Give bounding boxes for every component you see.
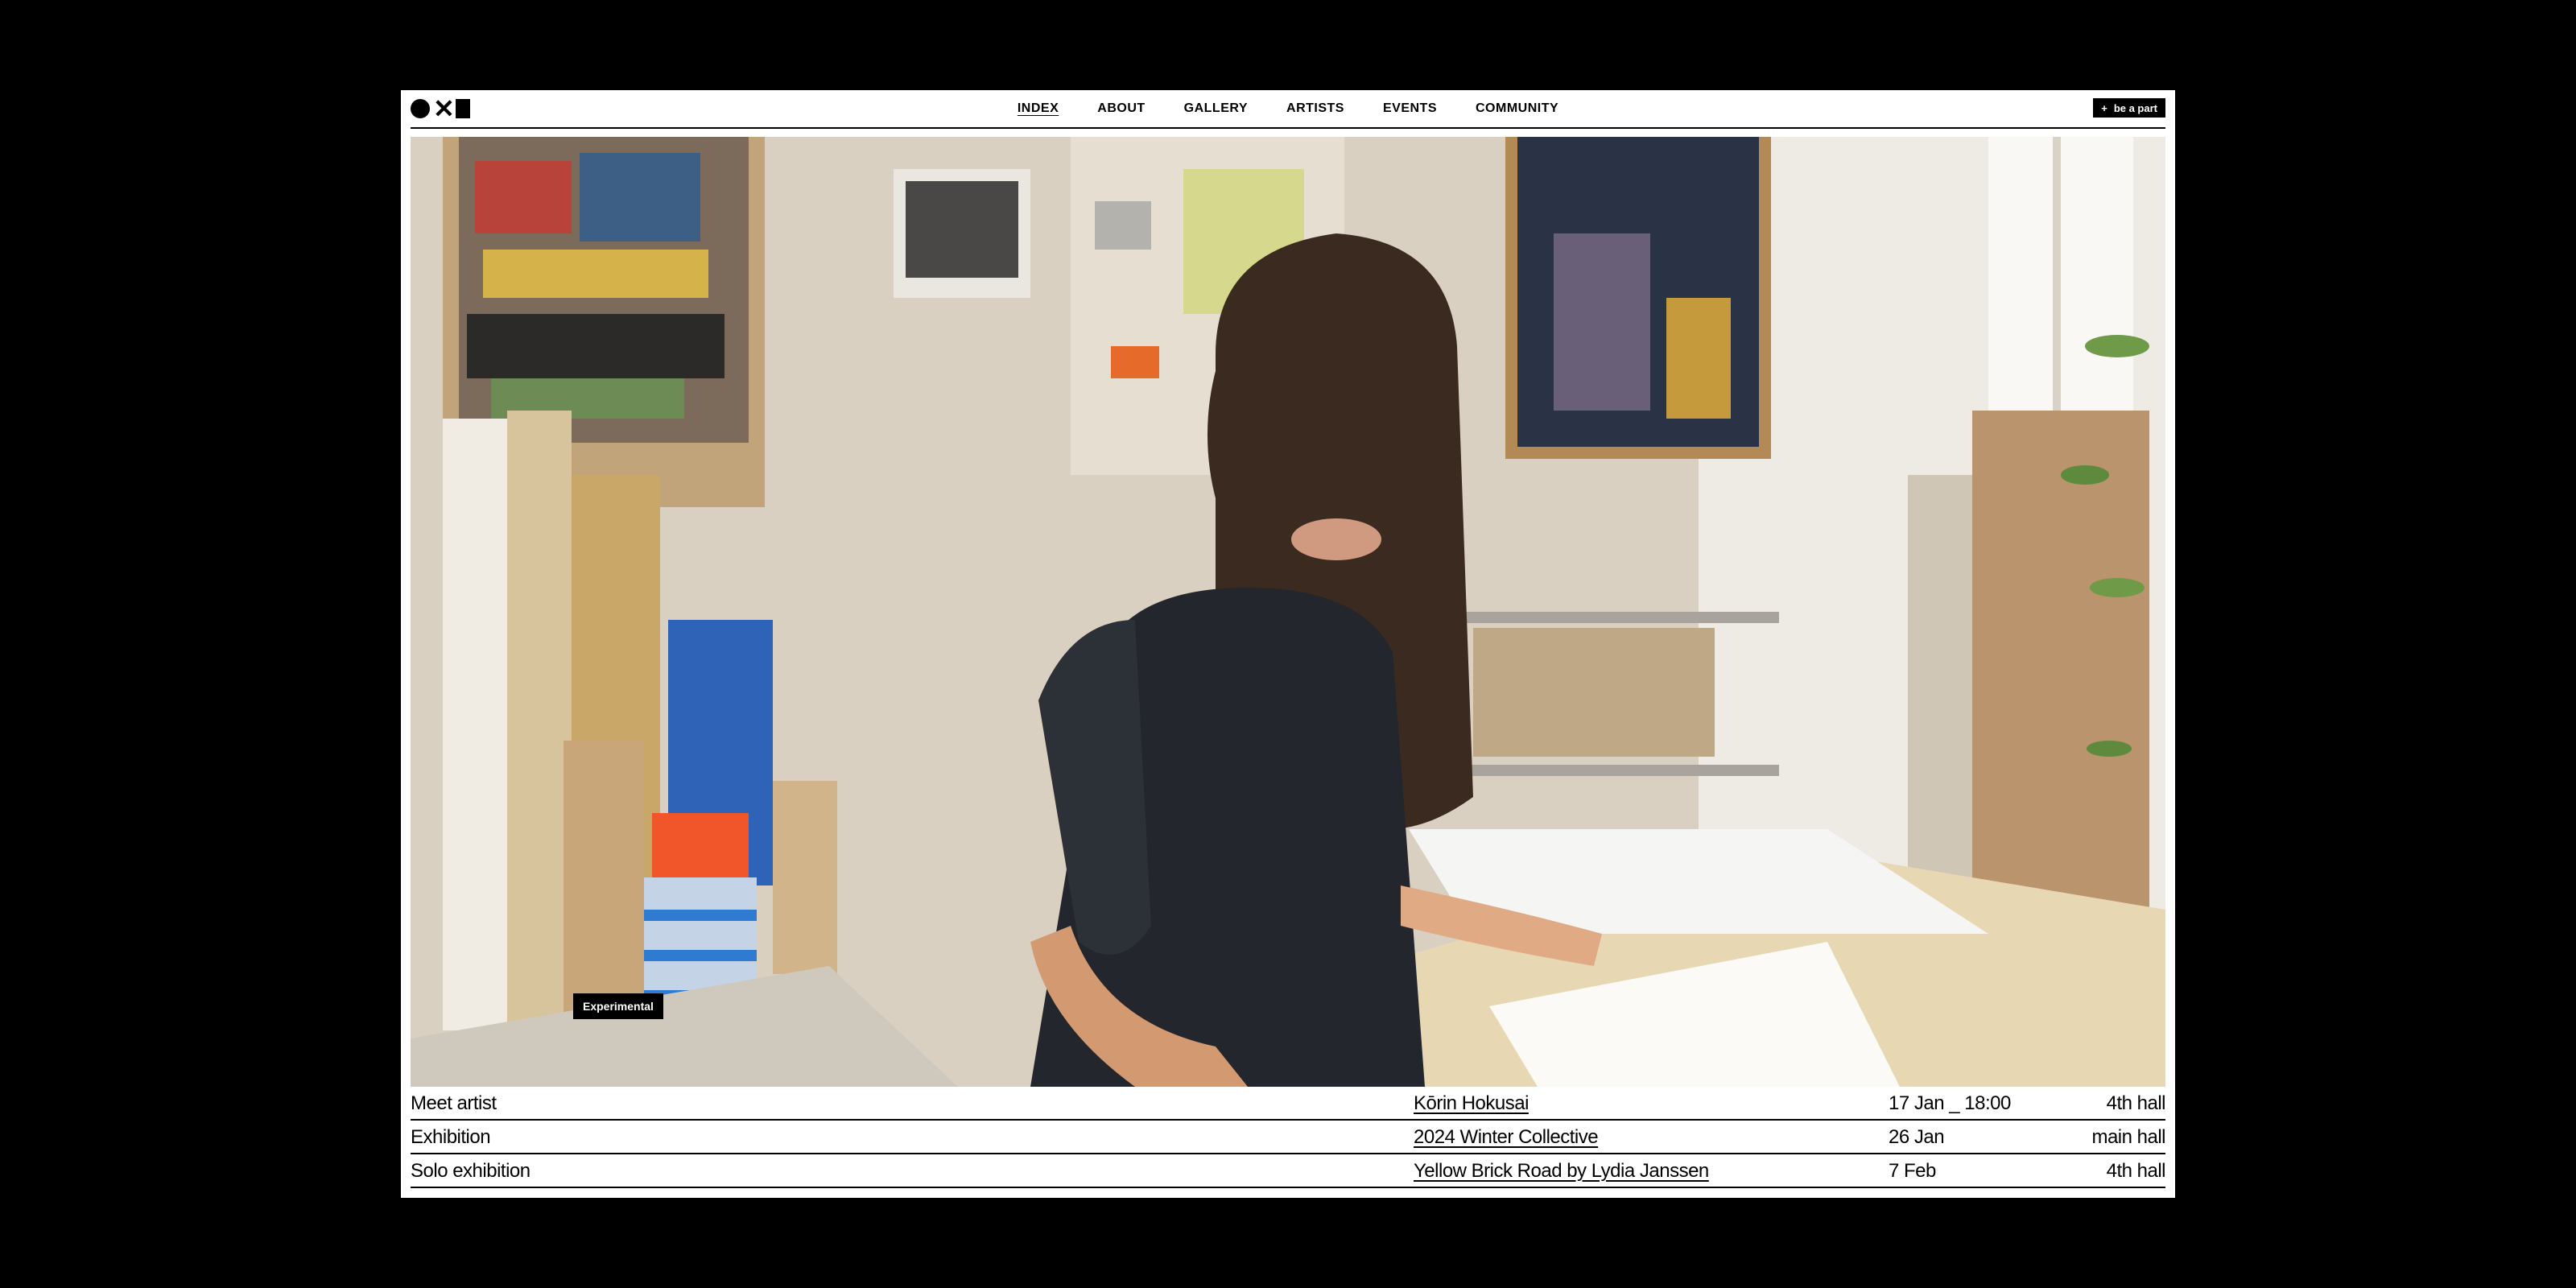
nav-community[interactable]: COMMUNITY [1476, 101, 1558, 116]
event-name-link[interactable]: Kōrin Hokusai [1414, 1092, 1529, 1115]
event-type: Exhibition [411, 1126, 491, 1148]
page-frame: ✕ INDEX ABOUT GALLERY ARTISTS EVENTS COM… [401, 90, 2175, 1198]
be-a-part-button[interactable]: + be a part [2093, 98, 2165, 118]
event-date: 7 Feb [1889, 1160, 1936, 1182]
nav-index[interactable]: INDEX [1018, 101, 1059, 116]
event-date: 26 Jan [1889, 1126, 1945, 1148]
category-tag[interactable]: Experimental [573, 993, 663, 1019]
nav-gallery[interactable]: GALLERY [1184, 101, 1248, 116]
nav-artists[interactable]: ARTISTS [1286, 101, 1344, 116]
hero-photo: Experimental [411, 137, 2165, 1087]
artist-studio-photo [411, 137, 2165, 1087]
events-list: Meet artist Kōrin Hokusai 17 Jan _ 18:00… [411, 1087, 2166, 1188]
plus-icon: + [2101, 101, 2107, 114]
event-row[interactable]: Solo exhibition Yellow Brick Road by Lyd… [411, 1154, 2166, 1188]
event-place: main hall [2091, 1126, 2165, 1148]
event-name-link[interactable]: 2024 Winter Collective [1414, 1126, 1599, 1149]
be-a-part-label: be a part [2113, 101, 2157, 114]
event-place: 4th hall [2106, 1160, 2166, 1182]
main-nav: INDEX ABOUT GALLERY ARTISTS EVENTS COMMU… [411, 90, 2165, 127]
event-name-link[interactable]: Yellow Brick Road by Lydia Janssen [1414, 1160, 1709, 1183]
top-navigation-bar: ✕ INDEX ABOUT GALLERY ARTISTS EVENTS COM… [411, 90, 2165, 129]
event-type: Meet artist [411, 1092, 497, 1114]
event-date: 17 Jan _ 18:00 [1889, 1092, 2011, 1114]
nav-events[interactable]: EVENTS [1383, 101, 1437, 116]
event-place: 4th hall [2106, 1092, 2166, 1114]
event-type: Solo exhibition [411, 1160, 530, 1182]
event-row[interactable]: Meet artist Kōrin Hokusai 17 Jan _ 18:00… [411, 1087, 2166, 1121]
event-row[interactable]: Exhibition 2024 Winter Collective 26 Jan… [411, 1121, 2165, 1154]
nav-about[interactable]: ABOUT [1097, 101, 1145, 116]
